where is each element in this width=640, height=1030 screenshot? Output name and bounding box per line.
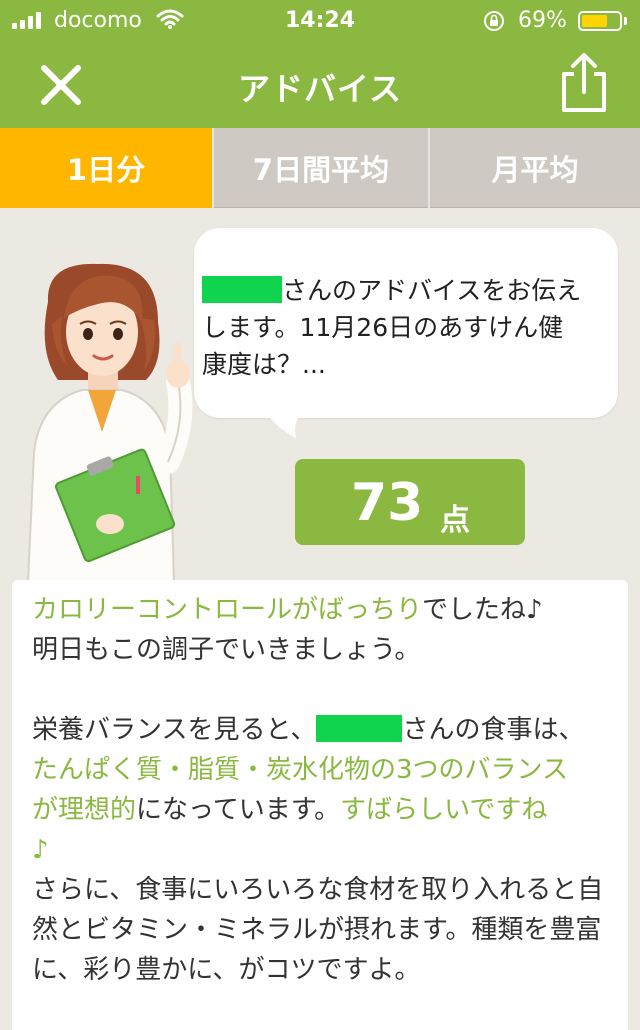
music-note: ♪ xyxy=(32,835,49,865)
advice-card: カロリーコントロールがばっちりでしたね♪ 明日もこの調子でいきましょう。 栄養バ… xyxy=(12,580,628,1030)
battery-level xyxy=(582,15,607,27)
battery-icon xyxy=(578,11,622,31)
advisor-illustration xyxy=(26,263,193,582)
bubble-line-2: します。11月26日のあすけん健 xyxy=(202,313,564,342)
advice-text: 明日もこの調子でいきましょう。 xyxy=(32,635,421,665)
user-name-redacted xyxy=(202,276,282,303)
speech-bubble-tail xyxy=(262,408,306,438)
advice-paragraph-3: さらに、食事にいろいろな食材を取り入れると自然とビタミン・ミネラルが摂れます。種… xyxy=(32,875,604,985)
share-icon[interactable] xyxy=(556,52,612,114)
tab-7-day-average[interactable]: 7日間平均 xyxy=(212,128,428,208)
battery-percent: 69% xyxy=(518,8,567,33)
rotation-lock-icon xyxy=(484,11,504,31)
bubble-line-1: さんのアドバイスをお伝え xyxy=(282,276,582,305)
status-bar: docomo 14:24 69% xyxy=(0,0,640,40)
advice-text: さんの食事は、 xyxy=(402,715,585,745)
advice-highlight: たんぱく質・脂質・炭水化物の3つのバランス xyxy=(32,755,569,785)
advice-paragraph-1: カロリーコントロールがばっちりでしたね♪ 明日もこの調子でいきましょう。 xyxy=(32,590,610,670)
health-score-badge: 73 点 xyxy=(295,459,525,545)
score-unit: 点 xyxy=(440,503,470,538)
advice-text: 栄養バランスを見ると、 xyxy=(32,715,317,745)
advice-highlight: カロリーコントロールがばっちり xyxy=(32,595,423,625)
score-value: 73 xyxy=(351,473,424,533)
advice-text: でしたね♪ xyxy=(422,595,543,625)
advice-highlight: すばらしいですね xyxy=(340,795,548,825)
advice-paragraph-2: 栄養バランスを見ると、 さんの食事は、 たんぱく質・脂質・炭水化物の3つのバランス… xyxy=(32,710,610,870)
bubble-text: さんのアドバイスをお伝え します。11月26日のあすけん健 康度は？... xyxy=(202,272,612,383)
advice-text: になっています。 xyxy=(136,795,341,825)
period-tabs: 1日分 7日間平均 月平均 xyxy=(0,128,640,208)
nav-bar: アドバイス xyxy=(0,40,640,128)
battery-cap xyxy=(624,17,627,25)
tab-1-day[interactable]: 1日分 xyxy=(0,128,212,208)
speech-bubble: さんのアドバイスをお伝え します。11月26日のあすけん健 康度は？... xyxy=(194,228,618,418)
tab-monthly-average[interactable]: 月平均 xyxy=(428,128,640,208)
user-name-redacted xyxy=(316,715,403,742)
advice-highlight: が理想的 xyxy=(32,795,137,825)
page-title: アドバイス xyxy=(237,70,403,108)
bubble-line-3: 康度は？... xyxy=(202,350,326,379)
